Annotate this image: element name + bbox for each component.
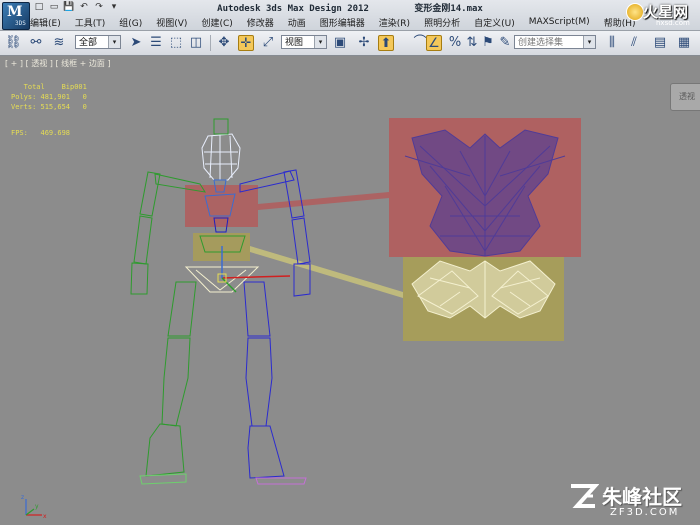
zf3d-logo-icon (571, 484, 599, 508)
menu-views[interactable]: 视图(V) (156, 16, 187, 29)
3dsmax-window: M 3DS □ ▭ 💾 ↶ ↷ ▾ Autodesk 3ds Max Desig… (0, 0, 700, 525)
chevron-down-icon: ▾ (108, 36, 120, 48)
undo-icon[interactable]: ↶ (78, 2, 90, 13)
menu-edit[interactable]: 编辑(E) (30, 16, 61, 29)
toolbar-separator (210, 35, 211, 51)
axis-z-label: z (21, 494, 24, 501)
menu-rendering[interactable]: 渲染(R) (379, 16, 410, 29)
menu-bar: 编辑(E) 工具(T) 组(G) 视图(V) 创建(C) 修改器 动画 图形编辑… (30, 15, 650, 29)
layer-manager-icon[interactable]: ▤ (652, 35, 668, 51)
waist-wireframe-mesh (411, 260, 556, 319)
select-and-rotate-icon[interactable]: ✛ (238, 35, 254, 51)
hxsd-watermark-url: hxsd.com (656, 19, 690, 27)
keyboard-shortcut-override-icon[interactable]: ⬆ (378, 35, 394, 51)
menu-tools[interactable]: 工具(T) (75, 16, 106, 29)
zf3d-watermark-url: ZF3D.COM (610, 507, 680, 518)
select-and-manipulate-icon[interactable]: ✢ (356, 35, 372, 51)
select-by-name-icon[interactable]: ☰ (148, 35, 164, 51)
stats-verts: Verts: 515,654 0 (11, 103, 87, 111)
select-and-move-icon[interactable]: ✥ (216, 35, 232, 51)
head-wireframe (201, 118, 241, 181)
viewport-label-menu[interactable]: [ + ] [ 透视 ] [ 线框 + 边面 ] (5, 58, 111, 69)
chest-highlight-box (185, 185, 258, 227)
quick-access-toolbar: □ ▭ 💾 ↶ ↷ ▾ (33, 1, 120, 14)
open-file-icon[interactable]: ▭ (48, 2, 60, 13)
menu-animation[interactable]: 动画 (288, 16, 306, 29)
align-icon[interactable]: ⫽ (626, 35, 642, 51)
rectangular-selection-icon[interactable]: ⬚ (168, 35, 184, 51)
spinner-snap-icon[interactable]: ⇅ (464, 35, 480, 51)
selection-filter-dropdown[interactable]: 全部 ▾ (75, 35, 121, 49)
menu-customize[interactable]: 自定义(U) (474, 16, 515, 29)
main-toolbar: ⛓ ⚯ ≋ 全部 ▾ ➤ ☰ ⬚ ◫ ✥ ✛ ⤢ 视图 ▾ ▣ ✢ ⬆ 3 ⌒ … (0, 31, 700, 78)
viewcube[interactable]: 透视 (670, 83, 700, 111)
hxsd-watermark: 火星网 hxsd.com (623, 0, 700, 30)
axis-tripod-icon: z x y (21, 494, 47, 520)
perspective-viewport[interactable]: [ + ] [ 透视 ] [ 线框 + 边面 ] Total Bip001 Po… (0, 56, 700, 525)
stats-header: Total Bip001 (11, 83, 87, 91)
menu-maxscript[interactable]: MAXScript(M) (529, 17, 590, 27)
angle-snap-icon[interactable]: ∠ (426, 35, 442, 51)
file-name: 变形金刚14.max (414, 4, 483, 14)
robot-biped-skeleton (130, 118, 311, 485)
bind-to-space-warp-icon[interactable]: ≋ (51, 35, 67, 51)
chevron-down-icon: ▾ (583, 36, 595, 48)
max-logo-icon: M (7, 4, 23, 20)
reference-coordinate-dropdown[interactable]: 视图 ▾ (281, 35, 327, 49)
save-file-icon[interactable]: 💾 (63, 2, 75, 13)
application-button[interactable]: M 3DS (2, 2, 30, 30)
axis-x-label: x (43, 513, 47, 520)
selection-filter-value: 全部 (79, 38, 98, 48)
left-arm-wireframe (130, 171, 161, 295)
mirror-icon[interactable]: ⫼ (604, 35, 620, 51)
redo-icon[interactable]: ↷ (93, 2, 105, 13)
unlink-icon[interactable]: ⚯ (28, 35, 44, 51)
reference-coordinate-value: 视图 (285, 38, 304, 48)
left-foot-wireframe (139, 473, 187, 485)
menu-modifiers[interactable]: 修改器 (247, 16, 274, 29)
pelvis-callout-line (250, 246, 403, 298)
viewport-scene (130, 118, 581, 485)
select-object-icon[interactable]: ➤ (128, 35, 144, 51)
edit-named-selection-icon[interactable]: ⚑ (480, 35, 496, 51)
quick-access-dropdown-icon[interactable]: ▾ (108, 2, 120, 13)
stats-fps: FPS: 469.698 (11, 129, 71, 137)
menu-graph-editors[interactable]: 图形编辑器 (320, 16, 365, 29)
graphite-modeling-tools-icon[interactable]: ▦ (676, 35, 692, 51)
left-leg-wireframe (145, 281, 197, 477)
named-selection-sets-dropdown[interactable]: 创建选择集 ▾ (514, 35, 596, 49)
select-and-scale-icon[interactable]: ⤢ (260, 35, 276, 51)
new-file-icon[interactable]: □ (33, 2, 45, 13)
scene-statistics: Total Bip001 Polys: 481,901 0 Verts: 515… (11, 82, 87, 138)
window-crossing-icon[interactable]: ◫ (188, 35, 204, 51)
percent-snap-icon[interactable]: % (447, 35, 463, 51)
chest-callout-line (258, 192, 389, 210)
menu-lighting-analysis[interactable]: 照明分析 (424, 16, 460, 29)
named-selection-pencil-icon[interactable]: ✎ (497, 35, 513, 51)
right-leg-wireframe (243, 281, 307, 485)
chevron-down-icon: ▾ (314, 36, 326, 48)
menu-group[interactable]: 组(G) (119, 16, 142, 29)
use-pivot-center-icon[interactable]: ▣ (332, 35, 348, 51)
app-logo-text: 3DS (15, 20, 26, 27)
select-and-link-icon[interactable]: ⛓ (5, 35, 22, 51)
named-selection-placeholder: 创建选择集 (518, 38, 564, 48)
title-bar: M 3DS □ ▭ 💾 ↶ ↷ ▾ Autodesk 3ds Max Desig… (0, 0, 700, 31)
axis-y-label: y (35, 503, 39, 510)
hxsd-logo-icon (626, 3, 644, 21)
app-title: Autodesk 3ds Max Design 2012 (217, 4, 369, 14)
zf3d-watermark-title: 朱峰社区 (602, 485, 682, 509)
zf3d-watermark: 朱峰社区 ZF3D.COM (565, 478, 700, 525)
menu-create[interactable]: 创建(C) (201, 16, 232, 29)
right-arm-wireframe (283, 169, 311, 297)
stats-polys: Polys: 481,901 0 (11, 93, 87, 101)
